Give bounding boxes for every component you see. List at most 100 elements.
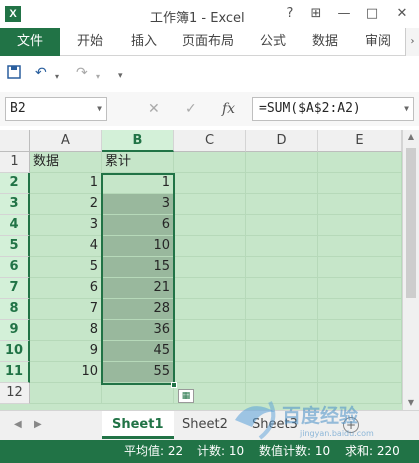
tab-sheet1[interactable]: Sheet1	[102, 411, 174, 439]
cell-d[interactable]	[246, 278, 318, 299]
cell-b[interactable]: 3	[102, 194, 174, 215]
cell-b[interactable]: 1	[102, 173, 174, 194]
scroll-down-icon[interactable]: ▼	[403, 396, 419, 410]
cell-a[interactable]	[30, 383, 102, 404]
ribbon-display-options-button[interactable]: ⊞	[305, 4, 327, 24]
cell-e[interactable]	[318, 194, 402, 215]
cell-e[interactable]	[318, 278, 402, 299]
cell-e[interactable]	[318, 236, 402, 257]
cell-a[interactable]: 5	[30, 257, 102, 278]
cell-b[interactable]: 28	[102, 299, 174, 320]
cell-a[interactable]: 9	[30, 341, 102, 362]
tab-sheet3[interactable]: Sheet3	[242, 411, 308, 439]
cell-a[interactable]: 3	[30, 215, 102, 236]
expand-formula-icon[interactable]: ▼	[404, 98, 409, 120]
cell-a[interactable]: 10	[30, 362, 102, 383]
customize-toolbar-icon[interactable]: ▾	[118, 68, 123, 84]
cell-c[interactable]	[174, 194, 246, 215]
cell-b[interactable]: 36	[102, 320, 174, 341]
row-header[interactable]: 8	[0, 299, 30, 320]
save-icon[interactable]	[7, 65, 21, 83]
cell-c[interactable]	[174, 341, 246, 362]
row-header[interactable]: 3	[0, 194, 30, 215]
cell-d[interactable]	[246, 362, 318, 383]
column-header-a[interactable]: A	[30, 130, 102, 152]
row-header[interactable]: 11	[0, 362, 30, 383]
cell-a[interactable]: 4	[30, 236, 102, 257]
tab-data[interactable]: 数据	[312, 28, 338, 56]
cell-e[interactable]	[318, 152, 402, 173]
select-all-button[interactable]	[0, 130, 30, 152]
cell-c[interactable]	[174, 299, 246, 320]
chevron-down-icon[interactable]: ▼	[97, 98, 102, 120]
cell-e[interactable]	[318, 341, 402, 362]
cell-c[interactable]	[174, 215, 246, 236]
worksheet-grid[interactable]: A B C D E 1 数据 累计 2 1 1 3 2 3 4 3 6 5 4 10 6 5 15 7 6 21 8 7 28…	[0, 130, 402, 410]
cell-a[interactable]: 6	[30, 278, 102, 299]
cell-c[interactable]	[174, 278, 246, 299]
tab-insert[interactable]: 插入	[131, 28, 157, 56]
row-header[interactable]: 7	[0, 278, 30, 299]
cell-d[interactable]	[246, 215, 318, 236]
row-header[interactable]: 4	[0, 215, 30, 236]
cell-d[interactable]	[246, 236, 318, 257]
column-header-b[interactable]: B	[102, 130, 174, 152]
cell-e[interactable]	[318, 257, 402, 278]
column-header-e[interactable]: E	[318, 130, 402, 152]
cell-e[interactable]	[318, 215, 402, 236]
tab-home[interactable]: 开始	[77, 28, 103, 56]
tab-review[interactable]: 审阅	[365, 28, 391, 56]
formula-input[interactable]: =SUM($A$2:A2) ▼	[252, 97, 414, 121]
row-header[interactable]: 12	[0, 383, 30, 404]
cell-a[interactable]: 1	[30, 173, 102, 194]
quick-analysis-icon[interactable]: ▦	[178, 389, 194, 403]
cell-c[interactable]	[174, 152, 246, 173]
help-button[interactable]: ?	[279, 4, 301, 24]
previous-sheet-icon[interactable]: ◀	[14, 419, 22, 430]
tab-sheet2[interactable]: Sheet2	[172, 411, 238, 439]
cell-a[interactable]: 7	[30, 299, 102, 320]
name-box[interactable]: B2 ▼	[5, 97, 107, 121]
cell-b[interactable]: 15	[102, 257, 174, 278]
row-header[interactable]: 6	[0, 257, 30, 278]
cell-c[interactable]	[174, 320, 246, 341]
cell-b[interactable]: 10	[102, 236, 174, 257]
cell-d[interactable]	[246, 257, 318, 278]
cell-c[interactable]	[174, 173, 246, 194]
undo-icon[interactable]: ↶	[35, 65, 47, 81]
tab-file[interactable]: 文件	[0, 28, 60, 56]
cell-c[interactable]	[174, 257, 246, 278]
cell-d[interactable]	[246, 152, 318, 173]
cell-a[interactable]: 数据	[30, 152, 102, 173]
column-header-d[interactable]: D	[246, 130, 318, 152]
tab-formulas[interactable]: 公式	[260, 28, 286, 56]
cell-b[interactable]: 6	[102, 215, 174, 236]
cell-e[interactable]	[318, 320, 402, 341]
row-header[interactable]: 5	[0, 236, 30, 257]
close-button[interactable]: ✕	[391, 4, 413, 24]
cell-e[interactable]	[318, 299, 402, 320]
scroll-thumb[interactable]	[406, 148, 416, 298]
redo-icon[interactable]: ↷	[76, 65, 88, 81]
cancel-icon[interactable]: ✕	[148, 97, 160, 121]
redo-dropdown-icon[interactable]: ▾	[96, 69, 100, 85]
add-sheet-icon[interactable]: +	[343, 417, 359, 433]
cell-d[interactable]	[246, 299, 318, 320]
cell-d[interactable]	[246, 194, 318, 215]
cell-c[interactable]	[174, 362, 246, 383]
cell-e[interactable]	[318, 362, 402, 383]
cell-d[interactable]	[246, 173, 318, 194]
minimize-button[interactable]: —	[333, 4, 355, 24]
cell-e[interactable]	[318, 383, 402, 404]
fill-handle[interactable]	[171, 382, 177, 388]
row-header[interactable]: 10	[0, 341, 30, 362]
cell-d[interactable]	[246, 320, 318, 341]
ribbon-scroll-right-icon[interactable]: ›	[405, 28, 419, 56]
row-header[interactable]: 9	[0, 320, 30, 341]
next-sheet-icon[interactable]: ▶	[34, 419, 42, 430]
cell-b[interactable]: 21	[102, 278, 174, 299]
row-header[interactable]: 2	[0, 173, 30, 194]
enter-icon[interactable]: ✓	[185, 97, 197, 121]
tab-page-layout[interactable]: 页面布局	[182, 28, 234, 56]
cell-c[interactable]	[174, 236, 246, 257]
